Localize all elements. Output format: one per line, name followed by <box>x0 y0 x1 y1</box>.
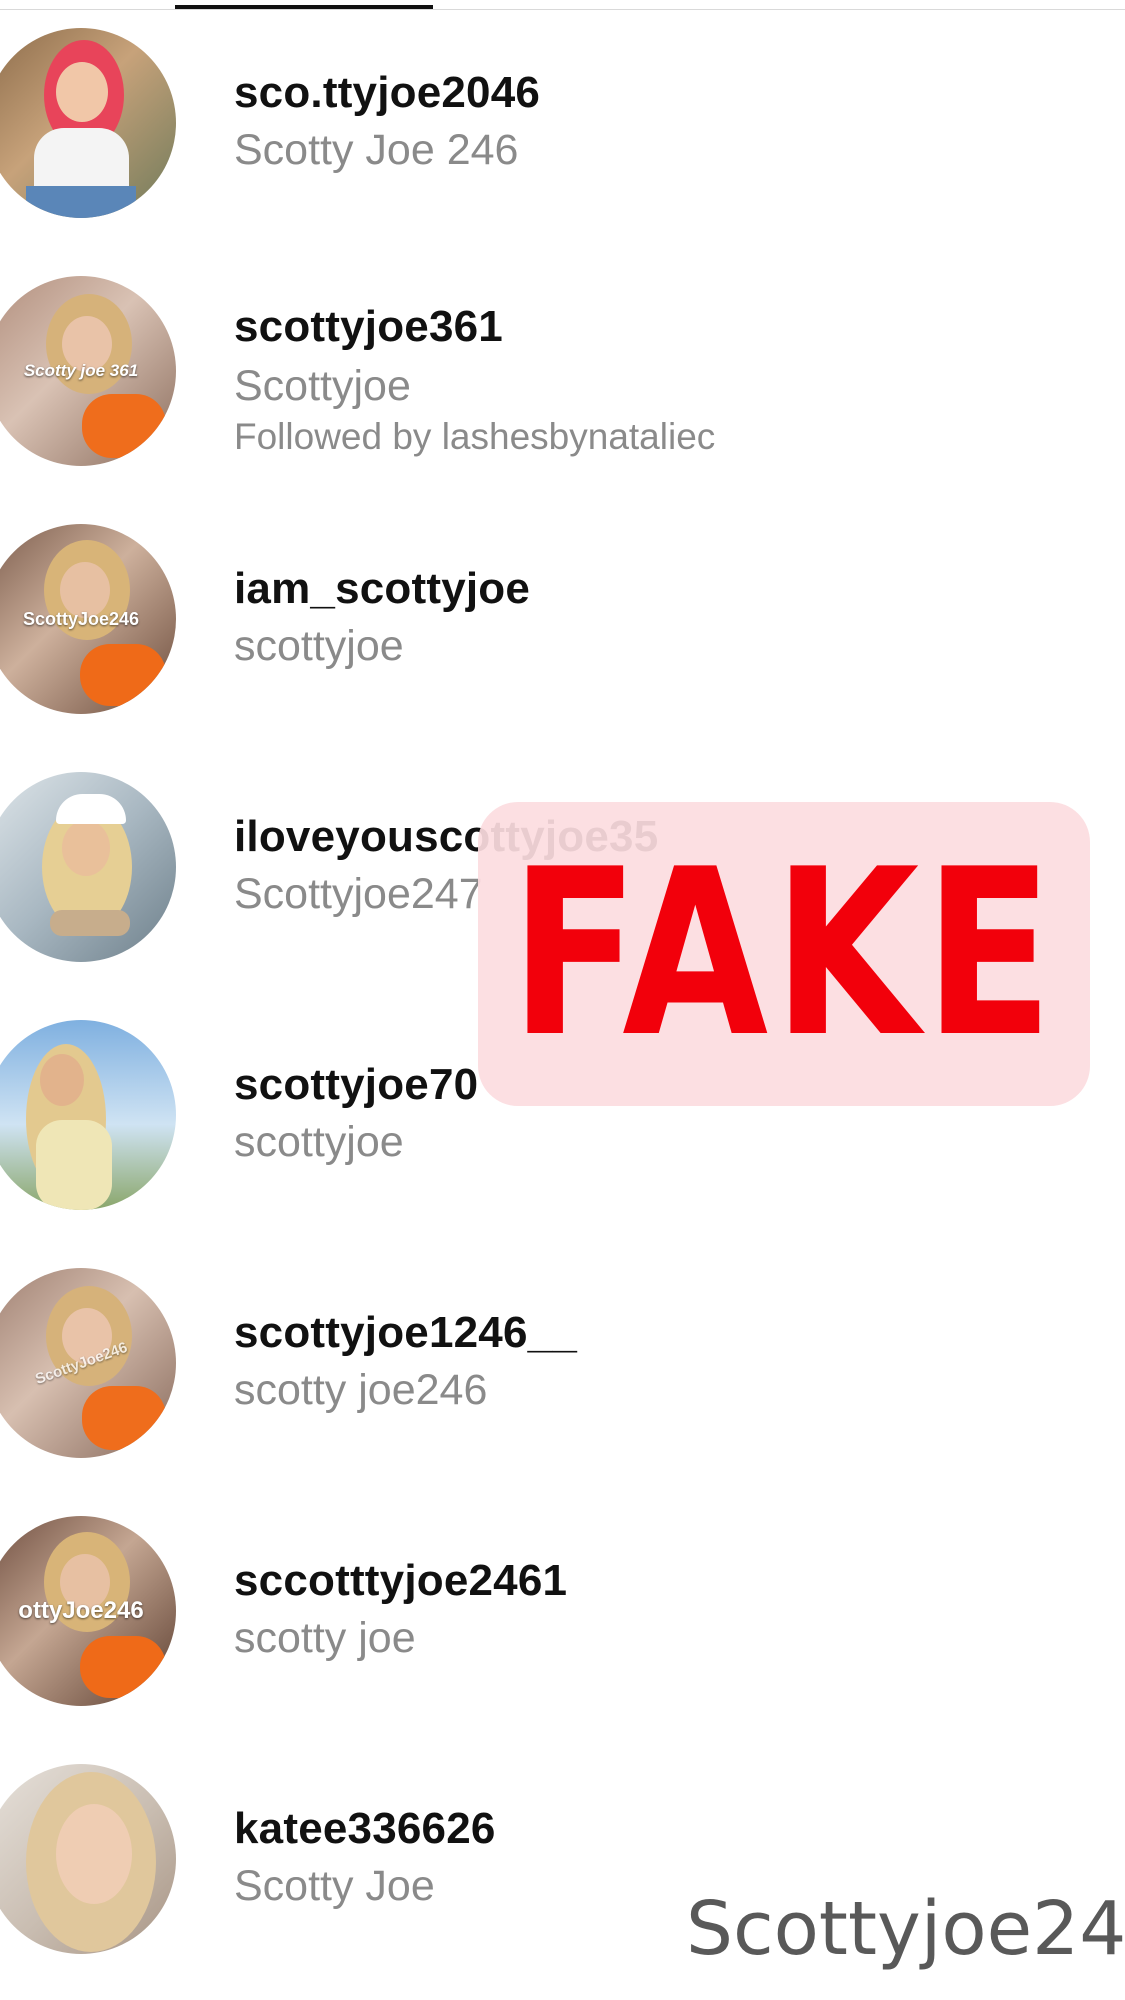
username: scottyjoe361 <box>234 302 503 351</box>
profile-avatar[interactable] <box>0 772 176 962</box>
avatar-overlay-text: Scotty joe 361 <box>23 361 139 380</box>
username: scottyjoe70 <box>234 1060 479 1109</box>
username: sco.ttyjoe2046 <box>234 68 541 117</box>
username: sccotttyjoe2461 <box>234 1556 568 1605</box>
followed-by-label: Followed by lashesbynataliec <box>234 416 716 457</box>
profile-avatar[interactable] <box>0 1764 176 1954</box>
profile-avatar[interactable] <box>0 1020 176 1210</box>
full-name: Scotty Joe 246 <box>234 126 519 174</box>
fake-stamp: FAKE <box>478 802 1090 1106</box>
username: iam_scottyjoe <box>234 564 531 613</box>
profile-avatar[interactable]: ottyJoe246 <box>0 1516 176 1706</box>
full-name: Scottyjoe <box>234 362 411 410</box>
full-name: scottyjoe <box>234 622 404 670</box>
search-result-row[interactable]: Scotty joe 361 scottyjoe361 Scottyjoe Fo… <box>0 260 1125 508</box>
profile-avatar[interactable]: ScottyJoe246 <box>0 524 176 714</box>
full-name: scotty joe <box>234 1614 416 1662</box>
full-name: scotty joe246 <box>234 1366 488 1414</box>
search-result-row[interactable]: ScottyJoe246 iam_scottyjoe scottyjoe <box>0 508 1125 756</box>
username: katee336626 <box>234 1804 496 1853</box>
search-result-row[interactable]: ottyJoe246 sccotttyjoe2461 scotty joe <box>0 1500 1125 1748</box>
full-name: Scottyjoe247 <box>234 870 483 918</box>
profile-avatar[interactable] <box>0 28 176 218</box>
avatar-overlay-text: ScottyJoe246 <box>22 608 140 629</box>
search-result-row[interactable]: ScottyJoe246 scottyjoe1246__ scotty joe2… <box>0 1252 1125 1500</box>
profile-avatar[interactable]: ScottyJoe246 <box>0 1268 176 1458</box>
tab-bar-divider <box>0 9 1125 10</box>
username: scottyjoe1246__ <box>234 1308 577 1357</box>
full-name: Scotty Joe <box>234 1862 435 1910</box>
active-tab-indicator <box>175 5 433 9</box>
full-name: scottyjoe <box>234 1118 404 1166</box>
watermark-text: Scottyjoe246 <box>686 1886 1125 1972</box>
avatar-overlay-text: ottyJoe246 <box>18 1597 144 1624</box>
search-result-row[interactable]: sco.ttyjoe2046 Scotty Joe 246 <box>0 12 1125 260</box>
profile-avatar[interactable]: Scotty joe 361 <box>0 276 176 466</box>
fake-stamp-text: FAKE <box>510 820 1058 1088</box>
